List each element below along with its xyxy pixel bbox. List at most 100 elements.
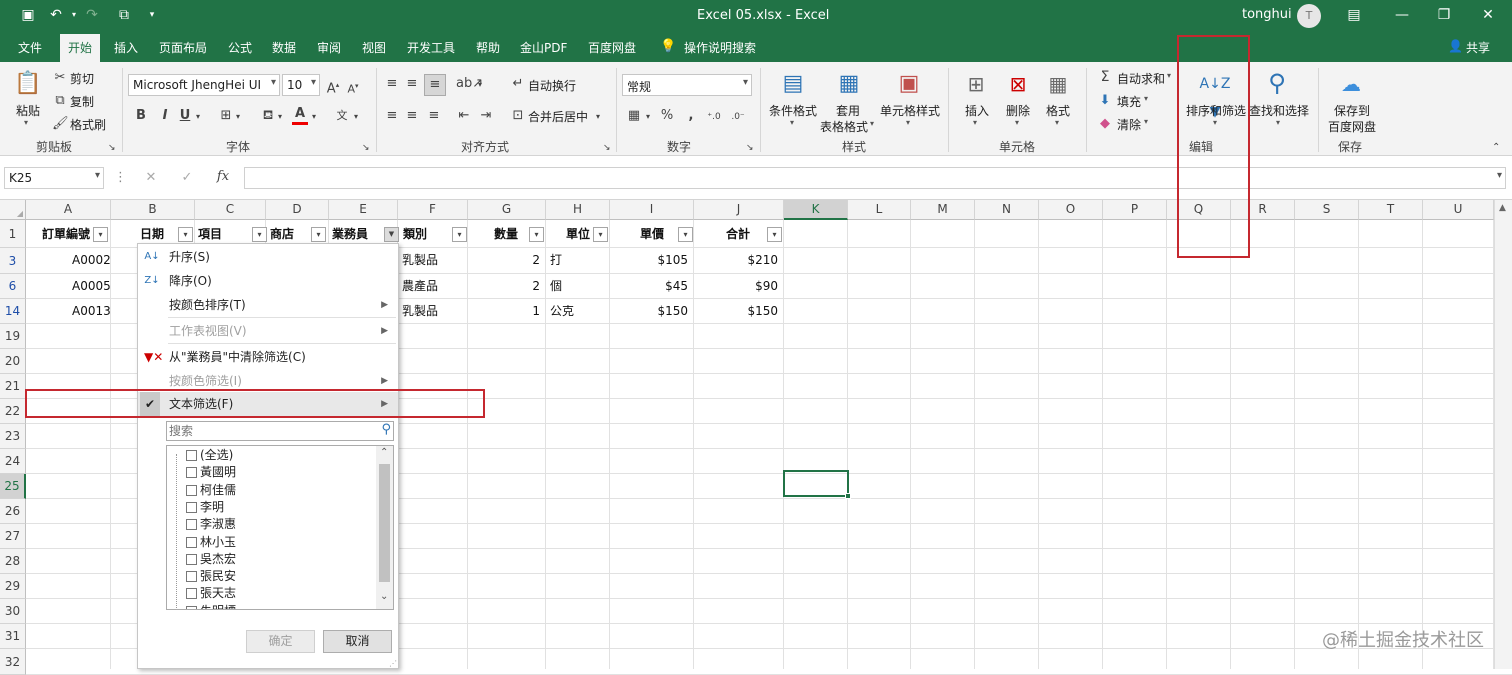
font-color-icon[interactable]: A xyxy=(292,106,308,125)
eraser-icon[interactable]: ◆ xyxy=(1098,116,1112,132)
minimize-icon[interactable]: — xyxy=(1394,7,1410,23)
list-scrollbar[interactable]: ⌃ ⌄ xyxy=(376,446,393,609)
autosum-icon[interactable]: Σ xyxy=(1098,69,1112,85)
dialog-launcher-icon[interactable]: ↘ xyxy=(746,140,754,156)
cell-A3[interactable]: A0002 xyxy=(72,248,111,273)
column-header-F[interactable]: F xyxy=(398,200,468,220)
customize-toolbar-icon[interactable]: ▾ xyxy=(144,7,160,23)
conditional-format-button[interactable]: 条件格式 xyxy=(769,102,817,119)
sort-descending-item[interactable]: Z↓ 降序(O) xyxy=(138,269,398,293)
paste-icon[interactable]: 📋 xyxy=(14,70,42,98)
clear-filter-item[interactable]: ▼✕ 从"業務員"中清除筛选(C) xyxy=(138,345,398,369)
chevron-down-icon[interactable]: ▾ xyxy=(790,118,794,127)
paste-dropdown-icon[interactable]: ▾ xyxy=(24,118,28,127)
header-cell[interactable]: 類別 xyxy=(403,222,427,247)
cell-F14[interactable]: 乳製品 xyxy=(402,299,438,324)
italic-icon[interactable]: I xyxy=(158,108,172,124)
conditional-format-icon[interactable]: ▤ xyxy=(778,70,808,98)
cell-J6[interactable]: $90 xyxy=(755,274,778,299)
row-header-28[interactable]: 28 xyxy=(0,549,26,574)
cell-G3[interactable]: 2 xyxy=(532,248,540,273)
row-header-25[interactable]: 25 xyxy=(0,474,26,499)
autosum-button[interactable]: 自动求和 xyxy=(1117,70,1165,87)
sort-ascending-item[interactable]: A↓ 升序(S) xyxy=(138,245,398,269)
tab-kingsoft-pdf[interactable]: 金山PDF xyxy=(520,39,567,56)
filter-dropdown-icon[interactable]: ▾ xyxy=(452,227,467,242)
format-as-table-button-line2[interactable]: 表格格式 xyxy=(820,118,868,135)
font-size-select[interactable]: 10 ▾ xyxy=(282,74,320,96)
row-header-3[interactable]: 3 xyxy=(0,248,26,274)
column-header-C[interactable]: C xyxy=(195,200,266,220)
cancel-entry-icon[interactable]: ✕ xyxy=(144,170,158,186)
confirm-entry-icon[interactable]: ✓ xyxy=(180,170,194,186)
collapse-ribbon-icon[interactable]: ⌃ xyxy=(1492,140,1500,156)
border-icon[interactable]: ⊞ xyxy=(218,108,234,124)
ok-button[interactable]: 确定 xyxy=(246,630,315,653)
name-box[interactable]: K25 ▾ xyxy=(4,167,104,189)
format-cells-icon[interactable]: ▦ xyxy=(1044,70,1072,98)
fill-handle[interactable] xyxy=(845,493,851,499)
decrease-font-icon[interactable]: A▾ xyxy=(346,78,360,98)
sort-by-color-item[interactable]: 按颜色排序(T) ▶ xyxy=(138,293,398,317)
select-all-corner[interactable]: ◢ xyxy=(0,200,26,220)
phonetic-dropdown-icon[interactable]: ▾ xyxy=(354,109,358,125)
chevron-down-icon[interactable]: ▾ xyxy=(1055,118,1059,127)
filter-dropdown-icon[interactable]: ▾ xyxy=(529,227,544,242)
header-cell[interactable]: 合計 xyxy=(726,222,750,247)
currency-icon[interactable]: ▦ xyxy=(626,108,642,124)
checkbox[interactable] xyxy=(186,553,197,565)
cell-H14[interactable]: 公克 xyxy=(550,299,574,324)
column-header-S[interactable]: S xyxy=(1295,200,1359,220)
underline-icon[interactable]: U xyxy=(178,108,192,124)
fill-icon[interactable]: ⬇ xyxy=(1098,93,1112,109)
share-button[interactable]: 共享 xyxy=(1466,39,1490,56)
scroll-down-icon[interactable]: ⌄ xyxy=(380,591,388,602)
increase-decimal-icon[interactable]: ⁺.0 xyxy=(704,109,724,125)
checkbox[interactable] xyxy=(186,536,197,548)
orientation-icon[interactable]: ab↗ xyxy=(456,76,483,92)
user-name[interactable]: tonghui xyxy=(1242,7,1292,22)
checkbox[interactable] xyxy=(186,519,197,531)
avatar[interactable]: T xyxy=(1297,4,1321,28)
undo-dropdown-icon[interactable]: ▾ xyxy=(66,7,82,23)
row-header-1[interactable]: 1 xyxy=(0,220,26,248)
cell-F6[interactable]: 農產品 xyxy=(402,274,438,299)
decrease-indent-icon[interactable]: ⇤ xyxy=(456,108,472,124)
chevron-down-icon[interactable]: ▾ xyxy=(1015,118,1019,127)
active-cell[interactable] xyxy=(783,470,851,499)
merge-center-button[interactable]: 合并后居中 xyxy=(528,108,588,125)
ribbon-display-icon[interactable]: ▤ xyxy=(1346,7,1362,23)
column-header-B[interactable]: B xyxy=(111,200,195,220)
cell-styles-icon[interactable]: ▣ xyxy=(894,70,924,98)
cell-J3[interactable]: $210 xyxy=(747,248,778,273)
row-header-22[interactable]: 22 xyxy=(0,399,26,424)
merge-center-icon[interactable]: ⊡ xyxy=(510,108,526,124)
column-header-L[interactable]: L xyxy=(848,200,911,220)
increase-indent-icon[interactable]: ⇥ xyxy=(478,108,494,124)
column-header-K[interactable]: K xyxy=(784,200,848,220)
cell-A14[interactable]: A0013 xyxy=(72,299,111,324)
chevron-down-icon[interactable]: ▾ xyxy=(870,119,874,128)
currency-dropdown-icon[interactable]: ▾ xyxy=(646,109,650,125)
column-header-I[interactable]: I xyxy=(610,200,694,220)
insert-function-icon[interactable]: fx xyxy=(214,169,232,185)
tell-me-search[interactable]: 操作说明搜索 xyxy=(684,39,756,56)
border-dropdown-icon[interactable]: ▾ xyxy=(236,109,240,125)
filter-value-list[interactable]: (全选) 黃國明柯佳儒李明李淑惠林小玉吳杰宏張民安張天志朱明標 ⌃ ⌄ xyxy=(166,445,394,610)
orientation-dropdown-icon[interactable]: ▾ xyxy=(478,77,482,93)
header-cell[interactable]: 訂單編號 xyxy=(42,222,90,247)
comma-icon[interactable]: , xyxy=(684,108,698,124)
checkbox[interactable] xyxy=(186,467,197,479)
align-right-icon[interactable]: ≡ xyxy=(426,108,442,124)
filter-dropdown-icon[interactable]: ▾ xyxy=(311,227,326,242)
filter-dropdown-icon[interactable]: ▾ xyxy=(93,227,108,242)
chevron-down-icon[interactable]: ▾ xyxy=(1144,117,1148,126)
row-header-23[interactable]: 23 xyxy=(0,424,26,449)
chevron-down-icon[interactable]: ▾ xyxy=(906,118,910,127)
chevron-down-icon[interactable]: ▾ xyxy=(973,118,977,127)
tab-home[interactable]: 开始 xyxy=(60,34,101,62)
row-header-30[interactable]: 30 xyxy=(0,599,26,624)
print-preview-icon[interactable]: ⧉ xyxy=(116,7,132,23)
checkbox[interactable] xyxy=(186,588,197,600)
cell-H6[interactable]: 個 xyxy=(550,274,562,299)
